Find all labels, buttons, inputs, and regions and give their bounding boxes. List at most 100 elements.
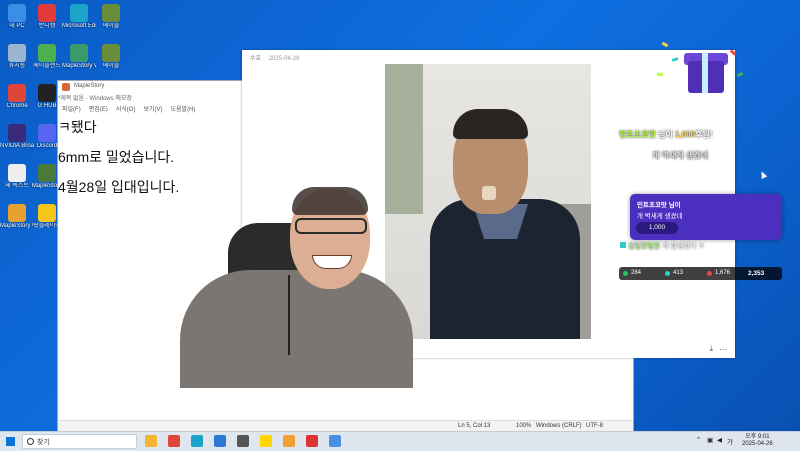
desktop-icon-label: NVIDIA Broadcast (0, 143, 34, 149)
photo-date: 2025-04-26 (268, 56, 300, 62)
photo-title: 수호 (250, 56, 262, 62)
clock-time: 오후 9:01 (745, 434, 770, 440)
desktop-icon-label: 메이플 (102, 23, 120, 29)
desktop-icon[interactable]: 내 PC (0, 2, 34, 40)
notepad-line: 4월28일 입대입니다. (58, 179, 180, 195)
desktop-icon[interactable]: Chrome (0, 82, 34, 120)
desktop-app-icon (38, 44, 56, 62)
desktop-app-icon (8, 124, 26, 142)
desktop-icon[interactable]: 새 텍스트 (0, 162, 34, 200)
donation-suffix: 후원! (695, 130, 713, 139)
viewers-count: 284 (631, 270, 642, 276)
desktop-app-icon (8, 84, 26, 102)
search-placeholder: 찾기 (37, 439, 50, 446)
encoding: UTF-8 (586, 423, 603, 429)
notepad-app-title: MapleStory (74, 83, 105, 89)
desktop-app-icon (38, 4, 56, 22)
stats-total: 2,353 (748, 270, 765, 277)
desktop-icon-label: 내 PC (9, 23, 25, 29)
vscode-icon[interactable] (214, 435, 226, 447)
gom-icon[interactable] (329, 435, 341, 447)
donor-name: 민트초코맛 (619, 130, 656, 139)
gift-box-icon (656, 33, 744, 103)
photo-viewer-titlebar[interactable]: 수호 2025-04-26 (242, 50, 735, 64)
clock-date: 2025-04-26 (742, 441, 773, 447)
chrome-icon[interactable] (168, 435, 180, 447)
desktop-icon[interactable]: 휴지통 (0, 42, 34, 80)
subs-count: 1,676 (715, 270, 731, 276)
desktop-icon[interactable]: MapleStory Worlds (62, 42, 96, 80)
desktop-icon[interactable]: 메이플랜드 (30, 42, 64, 80)
taskbar: 찾기 ^ ▣ ◀ 가 오후 9:01 2025-04-26 (0, 431, 800, 451)
more-icon[interactable]: ⋯ (719, 345, 727, 354)
desktop-icon-label: MapleStory Worlds (62, 63, 96, 69)
tray-chevron-icon[interactable]: ^ (697, 436, 700, 443)
desktop-icon-label: 새 텍스트 (5, 183, 29, 189)
chat-text: 개 잘생겼다 ㅎ (662, 243, 705, 250)
likes-count: 413 (673, 270, 684, 276)
donation-card-message: 개 벽새게 생겼네 (637, 213, 683, 220)
desktop-icon-label: 휴지통 (8, 63, 26, 69)
streamer-webcam (180, 185, 413, 388)
desktop-app-icon (70, 44, 88, 62)
taskbar-clock[interactable]: 오후 9:01 2025-04-26 (742, 434, 773, 448)
donation-mid: 님이 (658, 130, 673, 139)
search-input[interactable]: 찾기 (22, 434, 137, 449)
chat-message: 김팀장팀원 개 잘생겼다 ㅎ (620, 241, 705, 251)
search-icon (27, 438, 34, 445)
desktop-icon[interactable]: 메이플 (94, 2, 128, 40)
file-explorer-icon[interactable] (145, 435, 157, 447)
ladybug-icon[interactable] (306, 435, 318, 447)
desktop-app-icon (70, 4, 88, 22)
desktop-app-icon (8, 204, 26, 222)
desktop-icon[interactable]: MapleStory 바로가기 (0, 202, 34, 240)
desktop-app-icon (8, 44, 26, 62)
donation-alert-message: 개 벽새게 생겼네 (652, 151, 708, 160)
maplestory-icon[interactable] (283, 435, 295, 447)
calculator-icon[interactable] (237, 435, 249, 447)
kakaotalk-icon[interactable] (260, 435, 272, 447)
desktop-icon-label: Chrome (6, 103, 28, 109)
desktop-app-icon (38, 84, 56, 102)
desktop-icon-label: 메이플랜드 (33, 63, 61, 69)
start-button[interactable] (6, 437, 15, 446)
desktop-icon-label: MapleStory 바로가기 (0, 223, 34, 229)
mouse-cursor-icon (758, 170, 768, 179)
likes-stat: 413 (665, 270, 683, 276)
download-icon[interactable]: ⤓ (709, 344, 713, 354)
subs-stat: 1,676 (707, 270, 730, 276)
notepad-text-area[interactable]: ㅋ됐다 6mm로 밀었습니다. 4월28일 입대입니다. (58, 112, 179, 202)
desktop-icon-label: 반디캠 (38, 23, 56, 29)
donation-card: 민트초코맛 님이 개 벽새게 생겼네 1,000 (630, 194, 782, 240)
desktop-icon[interactable]: Microsoft Edge (62, 2, 96, 40)
notepad-line: 6mm로 밀었습니다. (58, 149, 175, 165)
cursor-position: Ln 5, Col 13 (458, 423, 491, 429)
viewers-stat: 284 (623, 270, 641, 276)
desktop-app-icon (102, 4, 120, 22)
donation-amount: 1,000 (675, 130, 696, 139)
desktop-icon-label: Microsoft Edge (62, 23, 96, 29)
viewers-icon (623, 270, 628, 276)
likes-icon (665, 270, 670, 276)
line-ending: Windows (CRLF) (536, 423, 582, 429)
ime-indicator[interactable]: 가 (727, 436, 733, 446)
donation-card-amount: 1,000 (636, 222, 678, 234)
desktop-app-icon (8, 164, 26, 182)
network-icon[interactable]: ▣ (707, 436, 713, 444)
desktop-icon[interactable]: 메이플 (94, 42, 128, 80)
desktop-app-icon (38, 164, 56, 182)
notepad-document-title: *제목 없음 - Windows 메모장 (58, 96, 132, 102)
desktop-app-icon (8, 4, 26, 22)
volume-icon[interactable]: ◀ (717, 436, 722, 444)
desktop-app-icon (38, 204, 56, 222)
chat-nickname: 김팀장팀원 (628, 243, 661, 250)
desktop-icon[interactable]: 반디캠 (30, 2, 64, 40)
desktop-icon[interactable]: NVIDIA Broadcast (0, 122, 34, 160)
subs-icon (707, 270, 712, 276)
desktop-app-icon (38, 124, 56, 142)
desktop-icon-label: 메이플 (102, 63, 120, 69)
maplestory-app-icon (62, 83, 70, 91)
desktop-app-icon (102, 44, 120, 62)
zoom-level: 100% (516, 423, 532, 429)
edge-icon[interactable] (191, 435, 203, 447)
